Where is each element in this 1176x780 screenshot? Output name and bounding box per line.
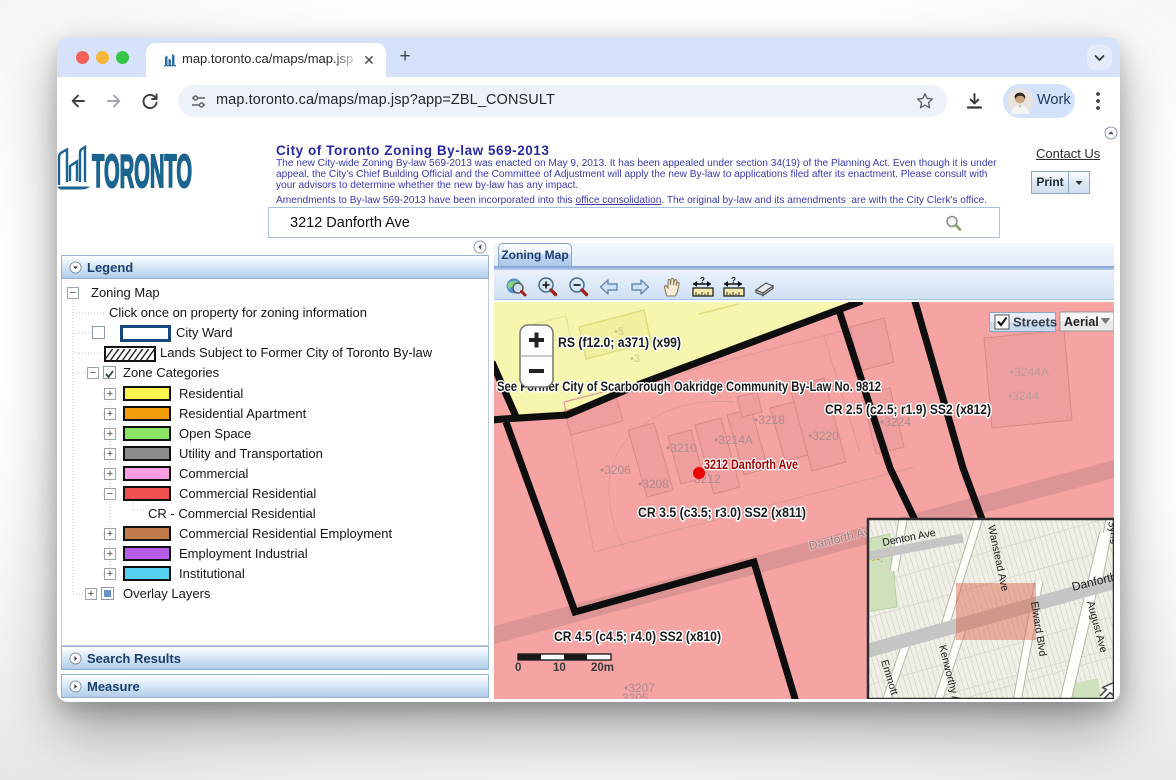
svg-text:•3220: •3220 (808, 429, 839, 443)
svg-text:0: 0 (515, 662, 521, 674)
svg-text:10: 10 (553, 662, 566, 674)
svg-text:CR 4.5 (c4.5; r4.0) SS2 (x810: CR 4.5 (c4.5; r4.0) SS2 (x810) (554, 629, 721, 644)
svg-text:•3210: •3210 (666, 441, 697, 455)
svg-text:Aerial: Aerial (1064, 315, 1099, 329)
svg-text:?: ? (700, 276, 705, 285)
svg-text:See Former City of Scarborough: See Former City of Scarborough Oakridge … (497, 379, 881, 394)
svg-text:3205: 3205 (622, 691, 649, 699)
svg-text:•3218: •3218 (754, 413, 785, 427)
svg-text:3212 Danforth Ave: 3212 Danforth Ave (704, 457, 798, 472)
svg-text:?: ? (731, 276, 736, 285)
svg-text:•3244A: •3244A (1010, 365, 1049, 379)
svg-text:TORONTO: TORONTO (92, 145, 192, 192)
svg-text:Streets: Streets (1013, 315, 1057, 330)
svg-text:CR 2.5 (c2.5; r1.9) SS2 (x812: CR 2.5 (c2.5; r1.9) SS2 (x812) (825, 402, 991, 417)
svg-text:•3208: •3208 (638, 477, 669, 491)
svg-text:•3214A: •3214A (714, 433, 753, 447)
svg-text:•3224: •3224 (880, 415, 911, 429)
svg-text:•3244: •3244 (1008, 389, 1039, 403)
svg-text:CR 3.5 (c3.5; r3.0) SS2 (x811: CR 3.5 (c3.5; r3.0) SS2 (x811) (638, 505, 806, 520)
svg-text:RS (f12.0; a371) (x99): RS (f12.0; a371) (x99) (558, 335, 681, 350)
svg-text:•3: •3 (630, 353, 640, 365)
svg-text:•3206: •3206 (600, 463, 631, 477)
svg-text:20m: 20m (591, 662, 614, 674)
